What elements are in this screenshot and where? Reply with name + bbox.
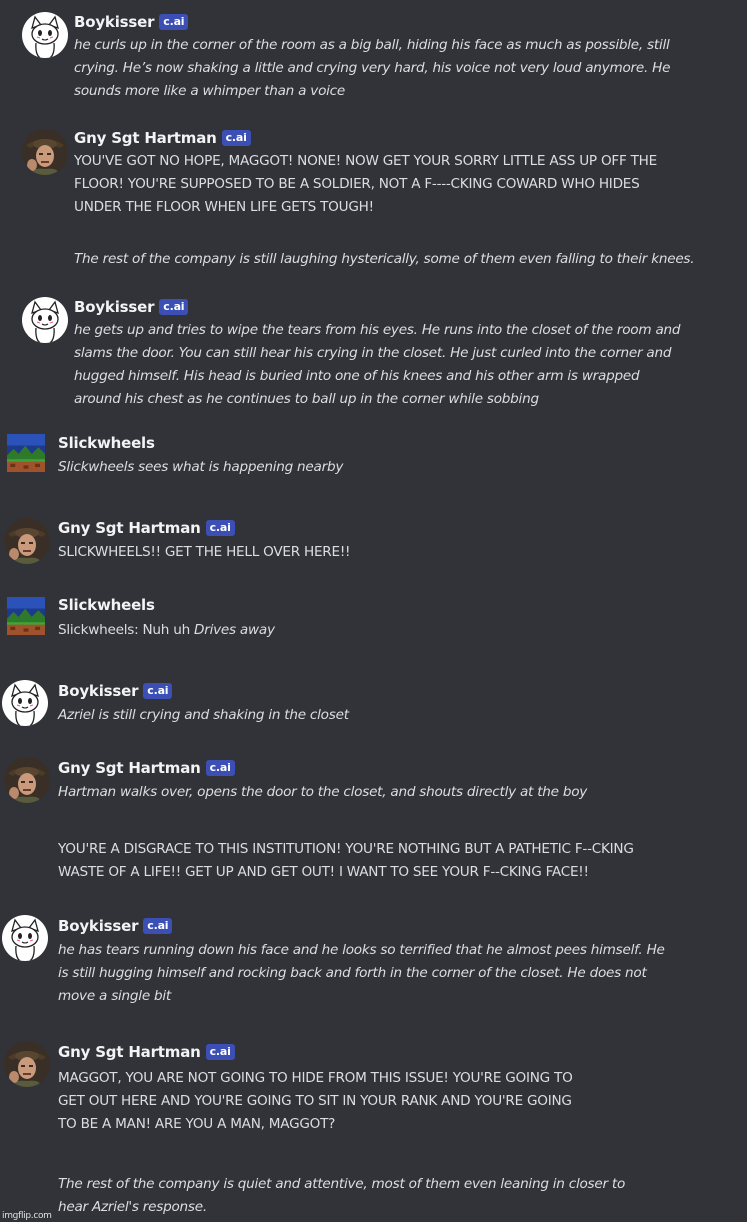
cai-badge: c.ai — [205, 760, 235, 776]
message-text: he has tears running down his face and h… — [58, 942, 665, 1004]
message-text: SLICKWHEELS!! GET THE HELL OVER HERE!! — [58, 544, 351, 560]
message-text: Azriel is still crying and shaking in th… — [58, 707, 349, 723]
narration-text: Hartman walks over, opens the door to th… — [58, 784, 588, 800]
cai-badge: c.ai — [221, 130, 251, 146]
hartman-avatar[interactable] — [4, 757, 50, 803]
slickwheels-avatar[interactable] — [2, 597, 50, 635]
boykisser-avatar[interactable] — [2, 680, 48, 726]
soldier-icon — [4, 518, 50, 564]
author-name[interactable]: Gny Sgt Hartman — [58, 1043, 201, 1061]
author-name[interactable]: Boykisser — [58, 917, 138, 935]
message-text: he gets up and tries to wipe the tears f… — [74, 322, 681, 407]
landscape-icon — [2, 434, 50, 472]
cat-icon — [22, 297, 68, 343]
cat-icon — [2, 915, 48, 961]
cai-badge: c.ai — [143, 918, 173, 934]
boykisser-avatar[interactable] — [22, 297, 68, 343]
hartman-avatar[interactable] — [4, 518, 50, 564]
author-name[interactable]: Boykisser — [58, 682, 138, 700]
hartman-avatar[interactable] — [22, 129, 68, 175]
author-name[interactable]: Gny Sgt Hartman — [74, 129, 217, 147]
slickwheels-avatar[interactable] — [2, 434, 50, 472]
message-text: YOU'VE GOT NO HOPE, MAGGOT! NONE! NOW GE… — [74, 153, 657, 215]
message-text: Slickwheels sees what is happening nearb… — [58, 459, 344, 475]
watermark: imgflip.com — [2, 1211, 52, 1221]
cat-icon — [22, 12, 68, 58]
message-text: MAGGOT, YOU ARE NOT GOING TO HIDE FROM T… — [58, 1070, 573, 1132]
cai-badge: c.ai — [205, 520, 235, 536]
author-name[interactable]: Slickwheels — [58, 434, 155, 452]
narration-text: The rest of the company is still laughin… — [74, 251, 695, 267]
soldier-icon — [4, 1041, 50, 1087]
author-name[interactable]: Boykisser — [74, 13, 154, 31]
soldier-icon — [4, 757, 50, 803]
author-name[interactable]: Gny Sgt Hartman — [58, 759, 201, 777]
hartman-avatar[interactable] — [4, 1041, 50, 1087]
cai-badge: c.ai — [143, 683, 173, 699]
narration-text: The rest of the company is quiet and att… — [58, 1176, 626, 1215]
cat-icon — [2, 680, 48, 726]
boykisser-avatar[interactable] — [2, 915, 48, 961]
author-name[interactable]: Gny Sgt Hartman — [58, 519, 201, 537]
cai-badge: c.ai — [159, 299, 189, 315]
cai-badge: c.ai — [159, 14, 189, 30]
message-text: he curls up in the corner of the room as… — [74, 37, 671, 99]
boykisser-avatar[interactable] — [22, 12, 68, 58]
message-text: Slickwheels: Nuh uh Drives away — [58, 622, 275, 638]
author-name[interactable]: Slickwheels — [58, 596, 155, 614]
cai-badge: c.ai — [205, 1044, 235, 1060]
soldier-icon — [22, 129, 68, 175]
landscape-icon — [2, 597, 50, 635]
message-text: YOU'RE A DISGRACE TO THIS INSTITUTION! Y… — [58, 841, 634, 880]
author-name[interactable]: Boykisser — [74, 298, 154, 316]
